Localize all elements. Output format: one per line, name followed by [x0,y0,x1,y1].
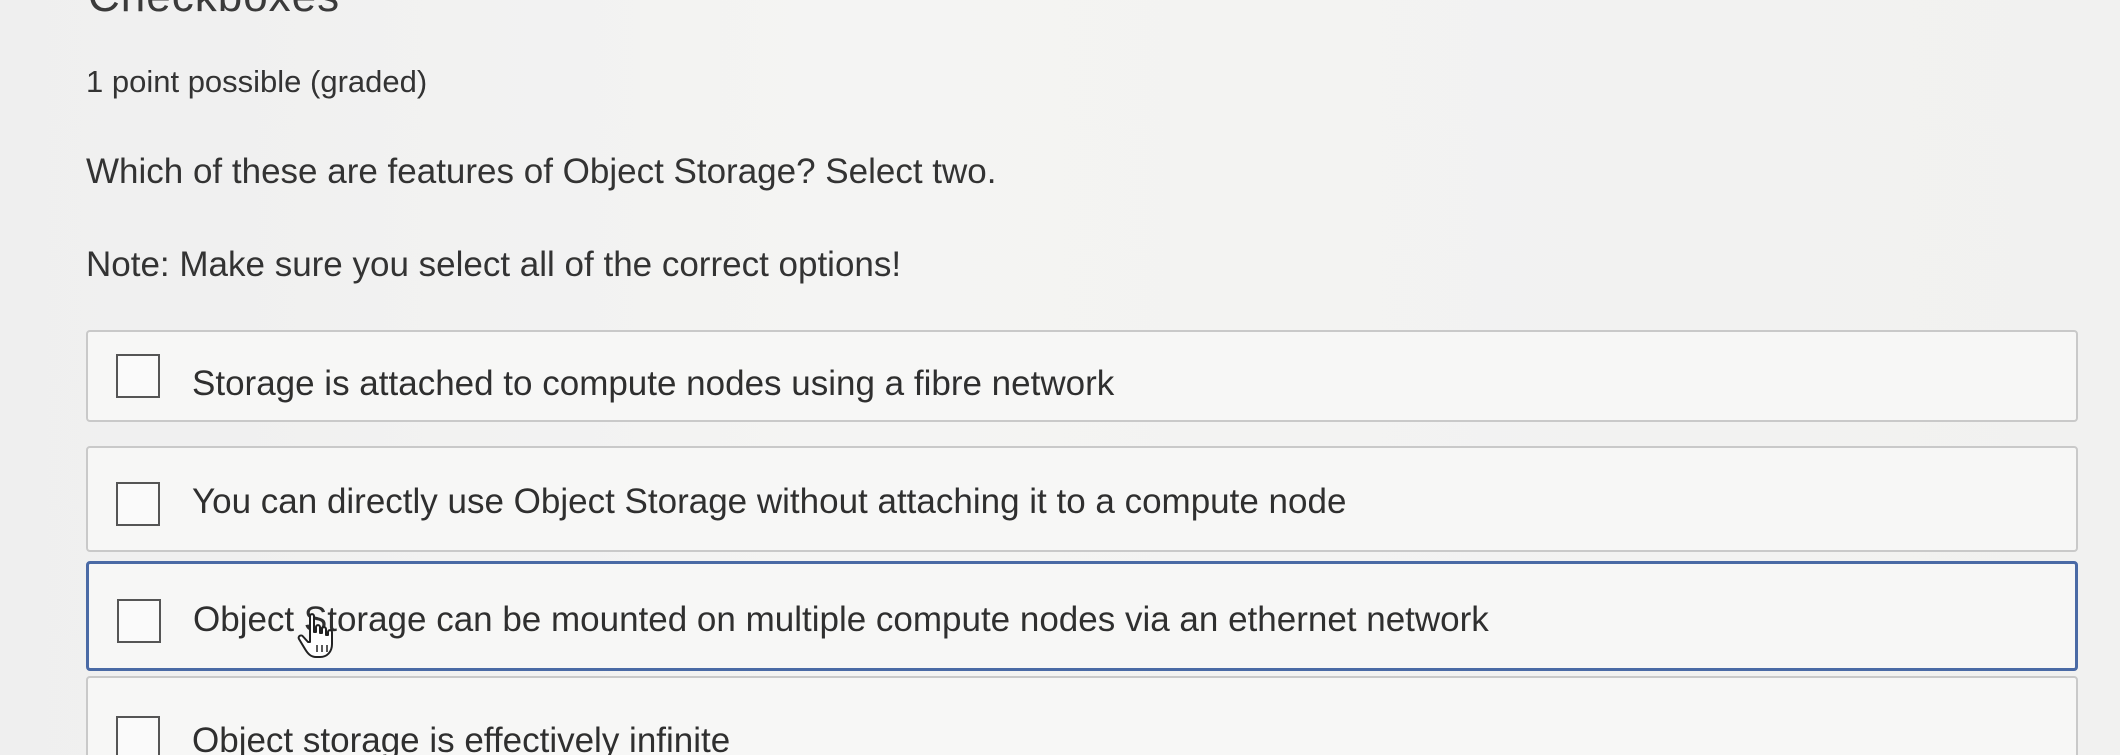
note-text: Note: Make sure you select all of the co… [86,245,902,284]
option-3[interactable]: Object Storage can be mounted on multipl… [86,561,2078,671]
option-1[interactable]: Storage is attached to compute nodes usi… [86,330,2078,422]
option-2-label: You can directly use Object Storage with… [192,482,1347,521]
option-3-label: Object Storage can be mounted on multipl… [193,600,1489,639]
checkbox-option-4[interactable] [116,716,160,755]
option-1-label: Storage is attached to compute nodes usi… [192,364,1115,403]
checkbox-option-2[interactable] [116,482,160,526]
hand-pointer-icon [297,613,333,658]
question-text: Which of these are features of Object St… [86,152,997,191]
points-possible: 1 point possible (graded) [86,64,428,99]
problem-page: Checkboxes 1 point possible (graded) Whi… [0,0,2120,755]
option-4-label: Object storage is effectively infinite [192,721,731,755]
option-4[interactable]: Object storage is effectively infinite [86,676,2078,755]
problem-heading: Checkboxes [88,0,340,22]
checkbox-option-3[interactable] [117,599,161,643]
checkbox-option-1[interactable] [116,354,160,398]
option-2[interactable]: You can directly use Object Storage with… [86,446,2078,552]
